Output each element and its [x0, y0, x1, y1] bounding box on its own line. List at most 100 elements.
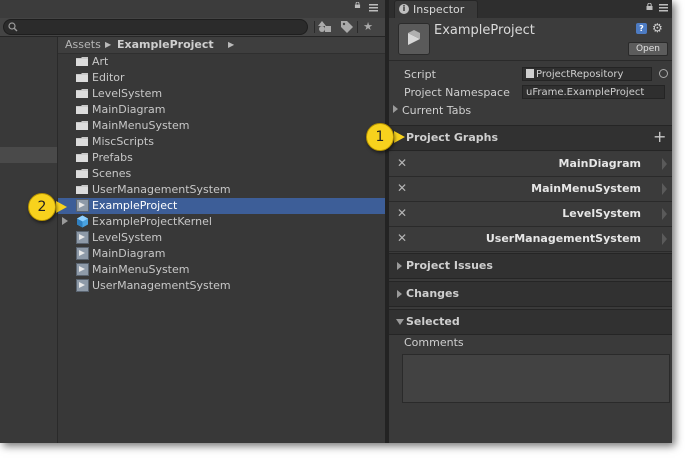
unity-editor-window: ★ Assets ▶ ExampleProject ▶ Art Editor L… [0, 0, 672, 443]
remove-x-icon[interactable]: ✕ [397, 156, 407, 170]
project-panel-tabbar [0, 0, 385, 18]
section-title: Selected [406, 315, 460, 328]
breadcrumb-exampleproject[interactable]: ExampleProject [117, 38, 214, 51]
selected-header[interactable]: Selected [389, 309, 672, 335]
project-graphs-header[interactable]: Project Graphs + [389, 125, 672, 151]
list-item[interactable]: MainMenuSystem [58, 262, 385, 278]
list-item-label: Prefabs [92, 151, 133, 164]
graph-row[interactable]: ✕ MainMenuSystem [389, 177, 672, 202]
list-item-label: MainMenuSystem [92, 119, 190, 132]
section-title: Project Issues [406, 259, 493, 272]
callout-badge-1: 1 [366, 123, 394, 151]
list-item-label: Art [92, 55, 109, 68]
list-item[interactable]: UserManagementSystem [58, 182, 385, 198]
list-item[interactable]: Prefabs [58, 150, 385, 166]
namespace-input[interactable]: uFrame.ExampleProject [522, 85, 665, 99]
chevron-right-icon [662, 183, 667, 195]
list-item-selected[interactable]: ExampleProject [58, 198, 385, 214]
list-item[interactable]: ExampleProjectKernel [58, 214, 385, 230]
graph-row[interactable]: ✕ LevelSystem [389, 202, 672, 227]
list-item[interactable]: UserManagementSystem [58, 278, 385, 294]
current-tabs-label: Current Tabs [402, 104, 472, 117]
lock-icon[interactable] [354, 2, 361, 8]
namespace-label: Project Namespace [404, 86, 510, 99]
graph-row[interactable]: ✕ MainDiagram [389, 152, 672, 177]
breadcrumb-assets[interactable]: Assets [65, 38, 101, 51]
foldout-arrow-icon [397, 290, 402, 298]
filter-by-label-icon[interactable] [340, 20, 354, 34]
object-picker-icon[interactable] [659, 69, 668, 78]
graph-label: UserManagementSystem [485, 232, 641, 245]
list-item[interactable]: MainMenuSystem [58, 118, 385, 134]
list-item[interactable]: LevelSystem [58, 86, 385, 102]
help-book-icon[interactable]: ? [636, 23, 647, 34]
filter-by-type-icon[interactable] [318, 20, 332, 34]
foldout-arrow-icon [393, 105, 398, 113]
list-item[interactable]: MiscScripts [58, 134, 385, 150]
folder-icon [76, 89, 88, 98]
graph-row[interactable]: ✕ UserManagementSystem [389, 227, 672, 252]
changes-header[interactable]: Changes [389, 281, 672, 307]
project-issues-header[interactable]: Project Issues [389, 253, 672, 279]
folder-icon [76, 57, 88, 66]
inspector-panel: i Inspector ExampleProject ? ⚙ Open Scri… [389, 0, 672, 443]
tree-selected-row[interactable] [0, 147, 57, 163]
folder-tree[interactable] [0, 37, 58, 443]
prefab-cube-icon [77, 215, 88, 228]
section-title: Project Graphs [406, 131, 499, 144]
search-icon [8, 22, 18, 32]
callout-pointer [56, 201, 67, 213]
lock-icon[interactable] [646, 3, 653, 10]
chevron-right-icon [662, 233, 667, 245]
comments-label: Comments [404, 336, 464, 349]
panel-menu-icon[interactable] [659, 3, 668, 12]
list-item-label: ExampleProjectKernel [92, 215, 212, 228]
gear-icon[interactable]: ⚙ [652, 21, 663, 35]
callout-pointer [394, 131, 405, 143]
remove-x-icon[interactable]: ✕ [397, 231, 407, 245]
add-graph-icon[interactable]: + [653, 127, 666, 146]
list-item-label: ExampleProject [92, 199, 178, 212]
current-tabs-foldout[interactable]: Current Tabs [393, 104, 471, 117]
folder-icon [76, 153, 88, 162]
expand-arrow-icon[interactable] [62, 217, 68, 225]
tab-inspector[interactable]: i Inspector [394, 0, 478, 19]
folder-icon [76, 121, 88, 130]
list-item-label: UserManagementSystem [92, 183, 231, 196]
graph-label: LevelSystem [562, 207, 641, 220]
remove-x-icon[interactable]: ✕ [397, 181, 407, 195]
favorites-star-icon[interactable]: ★ [361, 20, 375, 34]
list-item-label: Scenes [92, 167, 132, 180]
foldout-arrow-icon [397, 262, 402, 270]
inspector-title: ExampleProject [434, 23, 535, 38]
list-item[interactable]: LevelSystem [58, 230, 385, 246]
folder-icon [76, 73, 88, 82]
foldout-open-arrow-icon [396, 319, 404, 325]
script-field[interactable]: ProjectRepository [522, 67, 652, 81]
project-panel: ★ Assets ▶ ExampleProject ▶ Art Editor L… [0, 0, 385, 443]
script-label: Script [404, 68, 436, 81]
chevron-right-icon [662, 158, 667, 170]
list-item[interactable]: Editor [58, 70, 385, 86]
graph-label: MainDiagram [558, 157, 641, 170]
list-item[interactable]: MainDiagram [58, 246, 385, 262]
breadcrumb-separator-icon: ▶ [228, 40, 235, 49]
open-button[interactable]: Open [628, 42, 668, 56]
callout-badge-2: 2 [28, 193, 56, 221]
project-toolbar: ★ [0, 18, 385, 37]
list-item[interactable]: Art [58, 54, 385, 70]
panel-menu-icon[interactable] [369, 3, 378, 12]
list-item[interactable]: Scenes [58, 166, 385, 182]
uframe-asset-icon [76, 263, 89, 276]
comments-textarea[interactable] [402, 354, 670, 403]
inspector-tabbar: i Inspector [389, 0, 672, 19]
remove-x-icon[interactable]: ✕ [397, 206, 407, 220]
list-item-label: MiscScripts [92, 135, 154, 148]
list-item[interactable]: MainDiagram [58, 102, 385, 118]
section-title: Changes [406, 287, 460, 300]
search-input[interactable] [3, 19, 308, 35]
uframe-asset-icon [398, 23, 430, 55]
uframe-asset-icon [76, 199, 89, 212]
list-item-label: MainMenuSystem [92, 263, 190, 276]
info-icon: i [399, 4, 409, 14]
